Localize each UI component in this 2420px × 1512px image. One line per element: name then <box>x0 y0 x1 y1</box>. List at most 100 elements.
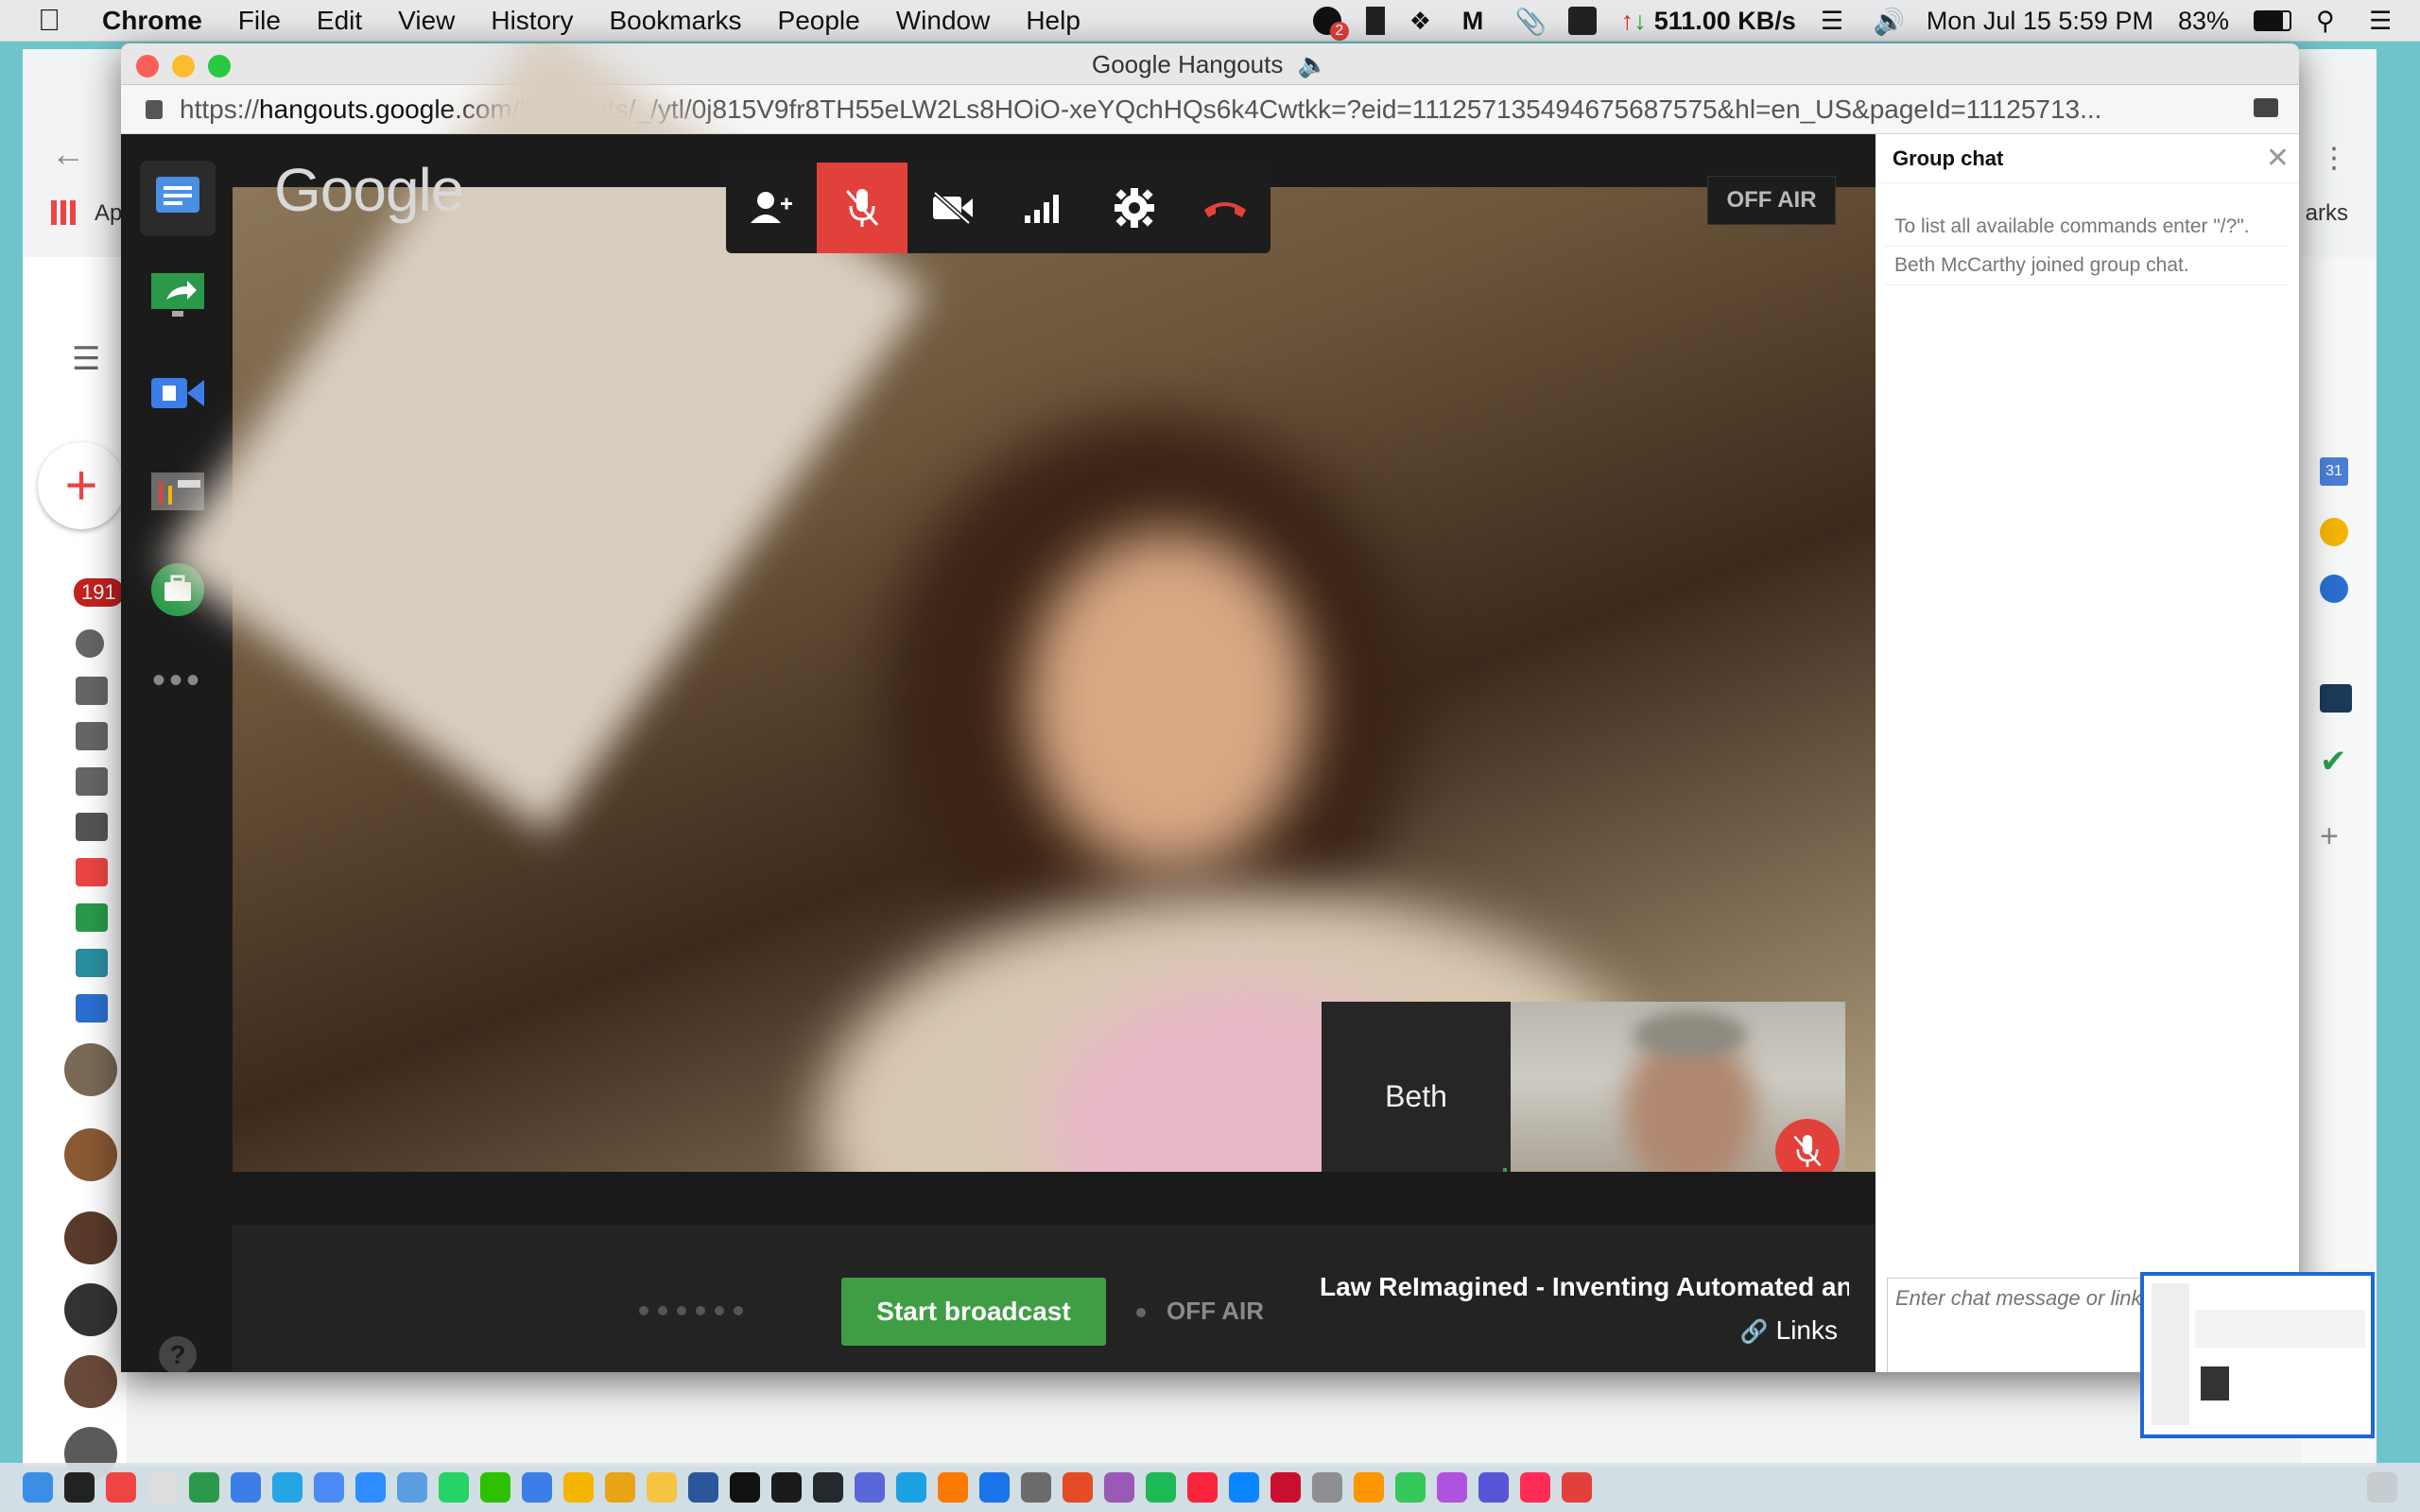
dock-app-icon[interactable] <box>23 1472 53 1503</box>
dock-app-icon[interactable] <box>647 1472 677 1503</box>
minimize-window-button[interactable] <box>172 55 195 77</box>
dock-app-icon[interactable] <box>355 1472 386 1503</box>
dock-app-icon[interactable] <box>1021 1472 1051 1503</box>
dock-app-icon[interactable] <box>1437 1472 1467 1503</box>
add-addon-icon[interactable]: + <box>2320 818 2352 854</box>
menu-edit[interactable]: Edit <box>317 6 362 36</box>
dock-app-icon[interactable] <box>1229 1472 1259 1503</box>
menu-help[interactable]: Help <box>1026 6 1080 36</box>
hang-up-button[interactable] <box>1180 163 1270 253</box>
dock-app-icon[interactable] <box>605 1472 635 1503</box>
notification-center-icon[interactable]: ☰ <box>2369 7 2397 35</box>
calendar-icon[interactable]: 31 <box>2320 457 2348 486</box>
label-red-icon[interactable] <box>76 858 108 886</box>
invite-people-button[interactable] <box>726 163 817 253</box>
spotlight-search-icon[interactable]: ⚲ <box>2316 7 2344 35</box>
dock-app-icon[interactable] <box>730 1472 760 1503</box>
apps-grid-icon[interactable] <box>51 200 76 225</box>
menu-view[interactable]: View <box>398 6 455 36</box>
dock-app-icon[interactable] <box>1063 1472 1093 1503</box>
dock-app-icon[interactable] <box>1146 1472 1176 1503</box>
dock-app-icon[interactable] <box>106 1472 136 1503</box>
dock-app-icon[interactable] <box>314 1472 344 1503</box>
menu-file[interactable]: File <box>238 6 281 36</box>
contact-avatar[interactable] <box>64 1211 117 1264</box>
cameraman-app-button[interactable] <box>140 355 216 431</box>
malwarebytes-icon[interactable]: M <box>1462 7 1491 35</box>
dock-app-icon[interactable] <box>1562 1472 1592 1503</box>
maximize-window-button[interactable] <box>208 55 231 77</box>
menu-bookmarks[interactable]: Bookmarks <box>609 6 741 36</box>
close-icon[interactable]: ✕ <box>2266 134 2290 183</box>
dock-app-icon[interactable] <box>1354 1472 1384 1503</box>
participant-tile-beth[interactable]: Beth <box>1322 1002 1511 1191</box>
checkmark-icon[interactable]: ✔ <box>2320 743 2352 780</box>
notification-icon[interactable]: 2 <box>1312 7 1349 41</box>
camera-in-use-icon[interactable] <box>2254 98 2278 117</box>
dock-app-icon[interactable] <box>480 1472 510 1503</box>
menu-window[interactable]: Window <box>896 6 991 36</box>
bandwidth-settings-button[interactable] <box>998 163 1089 253</box>
contact-avatar[interactable] <box>64 1128 117 1181</box>
dock-app-icon[interactable] <box>896 1472 926 1503</box>
dock-app-icon[interactable] <box>855 1472 885 1503</box>
datetime[interactable]: Mon Jul 15 5:59 PM <box>1927 7 2153 36</box>
links-button[interactable]: 🔗 Links <box>1740 1315 1838 1346</box>
menu-app-name[interactable]: Chrome <box>102 6 202 36</box>
checkbox-icon[interactable] <box>2320 684 2352 713</box>
dock-app-icon[interactable] <box>979 1472 1010 1503</box>
dock-app-icon[interactable] <box>147 1472 178 1503</box>
back-arrow-icon[interactable]: ← <box>51 134 85 174</box>
start-broadcast-button[interactable]: Start broadcast <box>841 1278 1106 1346</box>
settings-button[interactable] <box>1089 163 1180 253</box>
dock-app-icon[interactable] <box>813 1472 843 1503</box>
compose-button[interactable]: + <box>38 442 125 529</box>
bookmarks-apps-label[interactable]: Ap <box>95 200 122 227</box>
bookmark-icon[interactable] <box>1365 7 1385 35</box>
keep-icon[interactable] <box>2320 518 2348 546</box>
dock-app-icon[interactable] <box>189 1472 219 1503</box>
contact-avatar[interactable] <box>64 1043 117 1096</box>
label-icon[interactable] <box>76 813 108 841</box>
tasks-icon[interactable] <box>2320 575 2348 603</box>
dock-app-icon[interactable] <box>1104 1472 1134 1503</box>
turn-off-camera-button[interactable] <box>908 163 998 253</box>
battery-icon[interactable] <box>2254 10 2291 31</box>
screenshot-preview-thumbnail[interactable] <box>2140 1272 2375 1438</box>
dock-app-icon[interactable] <box>1270 1472 1301 1503</box>
chat-app-button[interactable] <box>140 161 216 236</box>
wifi-icon[interactable]: ☰ <box>1821 7 1849 35</box>
dock-app-icon[interactable] <box>272 1472 302 1503</box>
label-green-icon[interactable] <box>76 903 108 932</box>
help-button[interactable]: ? <box>159 1336 197 1372</box>
address-bar[interactable]: https:// hangouts.google.com /hangouts/_… <box>121 85 2299 134</box>
inbox-icon[interactable] <box>1567 7 1597 35</box>
dock-app-icon[interactable] <box>938 1472 968 1503</box>
more-menu-icon[interactable]: ⋮ <box>2320 142 2348 175</box>
dock-app-icon[interactable] <box>1187 1472 1218 1503</box>
label-teal-icon[interactable] <box>76 949 108 977</box>
screenshare-app-button[interactable] <box>140 257 216 333</box>
dock-app-icon[interactable] <box>397 1472 427 1503</box>
other-bookmarks-label[interactable]: arks <box>2306 200 2348 227</box>
dock-app-icon[interactable] <box>1478 1472 1509 1503</box>
dropbox-icon[interactable]: ❖ <box>1409 7 1438 35</box>
more-apps-button[interactable]: ••• <box>140 643 216 718</box>
file-icon[interactable] <box>76 722 108 750</box>
contact-avatar[interactable] <box>64 1355 117 1408</box>
dock-app-icon[interactable] <box>231 1472 261 1503</box>
clock-icon[interactable] <box>76 629 104 658</box>
dock-app-icon[interactable] <box>1520 1472 1550 1503</box>
paperclip-icon[interactable]: 📎 <box>1515 7 1547 36</box>
close-window-button[interactable] <box>136 55 159 77</box>
hamburger-menu-icon[interactable]: ☰ <box>72 340 100 378</box>
menu-history[interactable]: History <box>491 6 573 36</box>
send-icon[interactable] <box>76 677 108 705</box>
volume-icon[interactable]: 🔊 <box>1874 7 1906 36</box>
dock-app-icon[interactable] <box>563 1472 594 1503</box>
mute-microphone-button[interactable] <box>817 163 908 253</box>
apple-menu-icon[interactable]:  <box>38 3 76 38</box>
dock-app-icon[interactable] <box>771 1472 802 1503</box>
label-blue-icon[interactable] <box>76 994 108 1022</box>
mail-icon[interactable] <box>76 767 108 796</box>
